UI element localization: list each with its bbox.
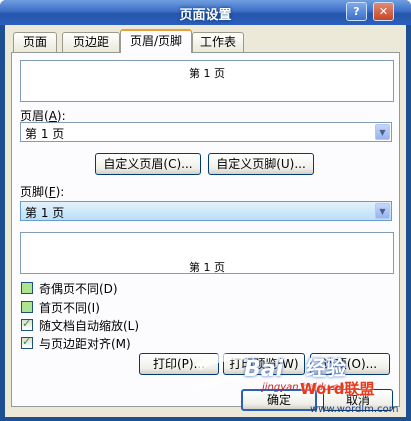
watermark-baidu-text: Bai bbox=[244, 357, 284, 382]
custom-footer-button[interactable]: 自定义页脚(U)... bbox=[208, 153, 314, 175]
page-setup-dialog: 页面设置 ? ✕ 页面 页边距 页眉/页脚 工作表 第 1 页 页眉(A): 第… bbox=[0, 0, 411, 421]
header-preview-text: 第 1 页 bbox=[189, 67, 225, 80]
footer-preview: 第 1 页 bbox=[20, 232, 394, 274]
tab-header-footer[interactable]: 页眉/页脚 bbox=[120, 29, 192, 53]
header-dropdown-value: 第 1 页 bbox=[25, 127, 65, 141]
tab-page[interactable]: 页面 bbox=[13, 32, 57, 52]
align-margins-checkbox[interactable] bbox=[21, 335, 33, 349]
watermark-url: www.wordlm.com bbox=[310, 404, 399, 415]
scale-with-document-checkbox[interactable] bbox=[21, 317, 33, 331]
tab-sheet[interactable]: 工作表 bbox=[192, 32, 244, 52]
footer-label: 页脚(F): bbox=[20, 185, 65, 199]
chevron-down-icon[interactable]: ▼ bbox=[375, 124, 390, 140]
help-icon[interactable]: ? bbox=[346, 2, 367, 21]
align-margins-label: 与页边距对齐(M) bbox=[39, 337, 131, 351]
watermark-jingyan-text: 经验 bbox=[306, 356, 346, 380]
odd-even-checkbox[interactable] bbox=[21, 282, 33, 294]
chevron-down-icon[interactable]: ▼ bbox=[375, 203, 390, 219]
title-bar[interactable]: 页面设置 ? ✕ bbox=[0, 0, 411, 25]
close-icon[interactable]: ✕ bbox=[373, 2, 394, 21]
odd-even-label: 奇偶页不同(D) bbox=[39, 282, 118, 296]
footer-dropdown-value: 第 1 页 bbox=[25, 206, 65, 220]
watermark-word-title: Word联盟 bbox=[300, 380, 375, 398]
header-dropdown[interactable]: 第 1 页 ▼ bbox=[20, 122, 392, 142]
first-page-label: 首页不同(I) bbox=[39, 301, 100, 315]
footer-dropdown[interactable]: 第 1 页 ▼ bbox=[20, 201, 392, 221]
tab-margins[interactable]: 页边距 bbox=[62, 32, 120, 52]
header-preview: 第 1 页 bbox=[20, 60, 394, 102]
custom-header-button[interactable]: 自定义页眉(C)... bbox=[95, 153, 201, 175]
footer-preview-text: 第 1 页 bbox=[189, 261, 225, 274]
scale-with-document-label: 随文档自动缩放(L) bbox=[39, 319, 140, 333]
first-page-checkbox[interactable] bbox=[21, 301, 33, 313]
